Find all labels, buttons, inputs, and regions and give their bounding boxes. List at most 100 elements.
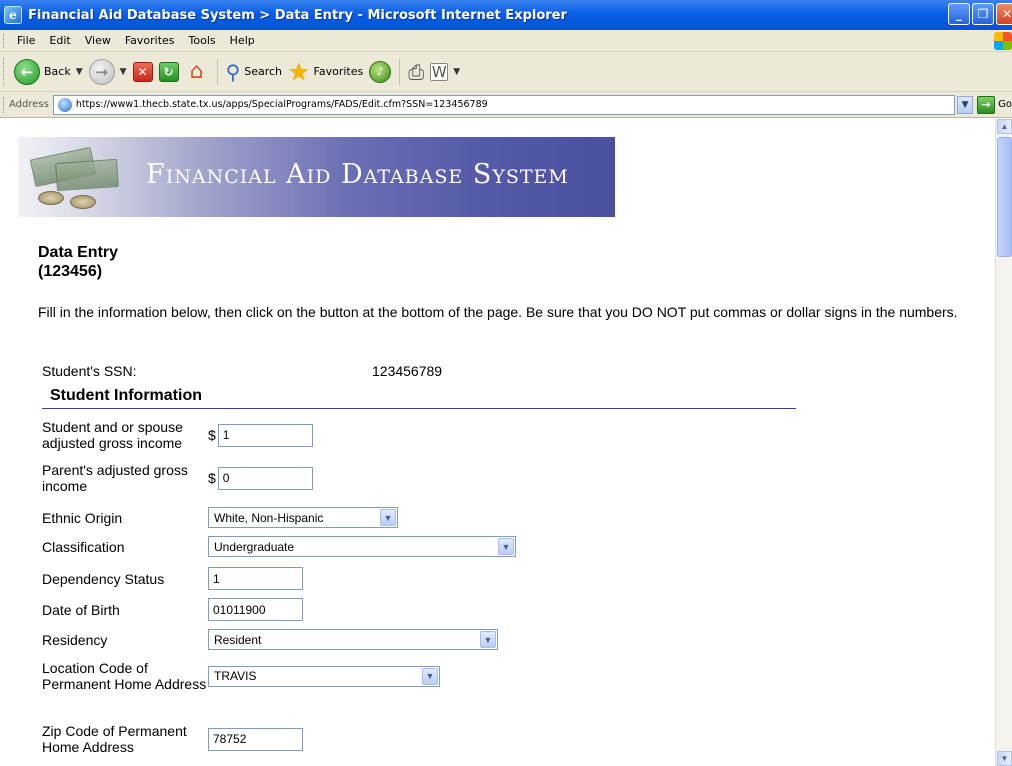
residency-row: Residency Resident ▼ bbox=[42, 629, 498, 650]
dependency-label: Dependency Status bbox=[42, 570, 165, 587]
print-button[interactable]: ⎙ bbox=[405, 56, 427, 88]
location-code-select[interactable]: TRAVIS ▼ bbox=[208, 665, 440, 687]
header-banner: Financial Aid Database System bbox=[18, 137, 615, 217]
forward-dropdown-icon[interactable]: ▼ bbox=[120, 67, 127, 77]
dependency-row: Dependency Status 1 bbox=[42, 567, 303, 590]
window-controls: _ ❐ ✕ bbox=[948, 3, 1012, 25]
ethnic-origin-selected: White, Non-Hispanic bbox=[214, 510, 324, 525]
page-title: Data Entry (123456) bbox=[38, 243, 118, 281]
menu-edit[interactable]: Edit bbox=[42, 34, 77, 47]
search-label: Search bbox=[244, 65, 283, 78]
vertical-scrollbar[interactable]: ▲ ▼ bbox=[995, 119, 1012, 766]
location-code-selected: TRAVIS bbox=[214, 669, 257, 683]
chevron-down-icon[interactable]: ▼ bbox=[422, 667, 438, 685]
menu-favorites[interactable]: Favorites bbox=[118, 34, 182, 47]
menu-bar: File Edit View Favorites Tools Help bbox=[0, 30, 1012, 52]
title-bar: e Financial Aid Database System > Data E… bbox=[0, 0, 1012, 30]
windows-logo-icon bbox=[994, 32, 1012, 50]
coin-graphic bbox=[38, 191, 64, 205]
classification-label: Classification bbox=[42, 538, 125, 555]
address-input[interactable]: https://www1.thecb.state.tx.us/apps/Spec… bbox=[52, 94, 956, 115]
student-income-input[interactable]: 1 bbox=[217, 423, 313, 447]
back-button[interactable]: ← Back ▼ bbox=[11, 56, 86, 88]
edit-dropdown-icon[interactable]: ▼ bbox=[453, 67, 460, 77]
refresh-button[interactable]: ↻ bbox=[156, 56, 182, 88]
chevron-down-icon[interactable]: ▼ bbox=[498, 538, 514, 555]
location-code-row: Location Code of Permanent Home Address … bbox=[42, 660, 440, 692]
menu-help[interactable]: Help bbox=[223, 34, 262, 47]
forward-arrow-icon: → bbox=[88, 58, 115, 85]
search-button[interactable]: ⚲ Search bbox=[223, 56, 285, 88]
zip-label: Zip Code of Permanent Home Address bbox=[42, 723, 187, 755]
back-dropdown-icon[interactable]: ▼ bbox=[76, 67, 83, 77]
page-viewport: Financial Aid Database System Data Entry… bbox=[0, 119, 1012, 766]
address-label: Address bbox=[8, 99, 49, 110]
scrollbar-thumb[interactable] bbox=[997, 137, 1012, 257]
go-button[interactable]: → Go bbox=[977, 95, 1012, 114]
student-income-row: Student and or spouse adjusted gross inc… bbox=[42, 419, 313, 451]
standard-toolbar: ← Back ▼ → ▼ ✕ ↻ ⌂ ⚲ Search ★ Favorites … bbox=[0, 52, 1012, 92]
dollar-sign: $ bbox=[208, 470, 216, 486]
address-grip[interactable] bbox=[3, 96, 6, 113]
back-arrow-icon: ← bbox=[14, 58, 40, 85]
close-button[interactable]: ✕ bbox=[996, 3, 1012, 25]
maximize-button[interactable]: ❐ bbox=[972, 3, 994, 25]
toolbar-grip[interactable] bbox=[3, 57, 6, 86]
go-label: Go bbox=[998, 99, 1012, 110]
zip-row: Zip Code of Permanent Home Address 78752 bbox=[42, 723, 303, 755]
ethnic-origin-select[interactable]: White, Non-Hispanic ▼ bbox=[208, 507, 398, 528]
money-image bbox=[24, 146, 142, 211]
page-title-line1: Data Entry bbox=[38, 244, 119, 261]
dob-row: Date of Birth 01011900 bbox=[42, 598, 303, 621]
address-dropdown-button[interactable]: ▼ bbox=[957, 95, 974, 114]
residency-select[interactable]: Resident ▼ bbox=[208, 629, 498, 650]
menu-file[interactable]: File bbox=[10, 34, 42, 47]
classification-select[interactable]: Undergraduate ▼ bbox=[208, 536, 516, 557]
residency-label: Residency bbox=[42, 631, 108, 648]
home-button[interactable]: ⌂ bbox=[182, 56, 212, 88]
parent-income-row: Parent's adjusted gross income $ 0 bbox=[42, 462, 313, 494]
menu-grip[interactable] bbox=[3, 33, 6, 48]
dob-input[interactable]: 01011900 bbox=[208, 598, 303, 621]
section-title-student-information: Student Information bbox=[50, 387, 202, 404]
home-icon: ⌂ bbox=[189, 59, 204, 84]
ssn-label: Student's SSN: bbox=[42, 363, 137, 379]
printer-icon: ⎙ bbox=[408, 59, 425, 84]
dependency-input[interactable]: 1 bbox=[208, 567, 303, 590]
media-button[interactable]: ♪ bbox=[366, 56, 394, 88]
scroll-down-arrow-icon[interactable]: ▼ bbox=[997, 751, 1012, 766]
classification-row: Classification Undergraduate ▼ bbox=[42, 536, 516, 557]
chevron-down-icon[interactable]: ▼ bbox=[380, 509, 396, 526]
location-code-label: Location Code of Permanent Home Address bbox=[42, 660, 207, 692]
ssn-row: Student's SSN: 123456789 bbox=[42, 363, 442, 379]
student-income-label: Student and or spouse adjusted gross inc… bbox=[42, 419, 183, 451]
page-title-line2: (123456) bbox=[38, 263, 103, 280]
word-edit-icon: W bbox=[430, 62, 449, 81]
stop-button[interactable]: ✕ bbox=[130, 56, 156, 88]
forward-button[interactable]: → ▼ bbox=[86, 56, 130, 88]
window-title: Financial Aid Database System > Data Ent… bbox=[28, 7, 567, 23]
classification-selected: Undergraduate bbox=[214, 539, 295, 554]
residency-selected: Resident bbox=[214, 632, 262, 647]
edit-button[interactable]: W ▼ bbox=[427, 56, 463, 88]
favorites-star-icon: ★ bbox=[288, 57, 310, 86]
internet-explorer-icon[interactable]: e bbox=[4, 6, 22, 24]
banner-title: Financial Aid Database System bbox=[146, 159, 569, 190]
favorites-label: Favorites bbox=[313, 65, 364, 78]
menu-tools[interactable]: Tools bbox=[182, 34, 223, 47]
parent-income-input[interactable]: 0 bbox=[217, 466, 313, 490]
address-url[interactable]: https://www1.thecb.state.tx.us/apps/Spec… bbox=[76, 99, 954, 110]
address-bar: Address https://www1.thecb.state.tx.us/a… bbox=[0, 92, 1012, 118]
parent-income-label: Parent's adjusted gross income bbox=[42, 462, 188, 494]
banknote-graphic bbox=[55, 158, 119, 192]
media-icon: ♪ bbox=[369, 60, 392, 83]
coin-graphic bbox=[70, 195, 96, 209]
chevron-down-icon[interactable]: ▼ bbox=[480, 631, 496, 648]
minimize-button[interactable]: _ bbox=[948, 3, 970, 25]
zip-input[interactable]: 78752 bbox=[208, 727, 303, 751]
menu-view[interactable]: View bbox=[78, 34, 118, 47]
section-divider bbox=[42, 408, 796, 409]
scroll-up-arrow-icon[interactable]: ▲ bbox=[997, 119, 1012, 134]
dob-label: Date of Birth bbox=[42, 601, 120, 618]
favorites-button[interactable]: ★ Favorites bbox=[285, 56, 366, 88]
